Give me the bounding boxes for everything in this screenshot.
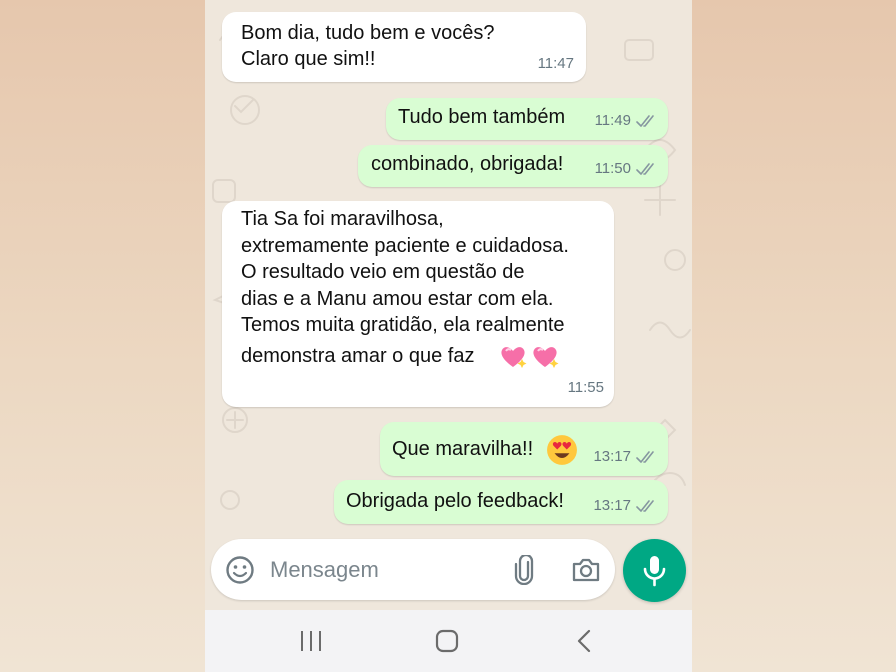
message-input[interactable]: Mensagem [270, 557, 379, 583]
heart-eyes-emoji [547, 435, 577, 465]
sparkling-heart-emoji [501, 347, 527, 368]
message-timestamp: 11:50 [594, 159, 631, 177]
recent-apps-icon[interactable] [299, 630, 323, 652]
message-text: Que maravilha!! [392, 438, 534, 460]
system-navigation-bar [205, 610, 692, 672]
message-composer[interactable]: Mensagem [211, 539, 615, 600]
message-timestamp: 13:17 [593, 447, 631, 465]
mic-icon [643, 556, 666, 587]
camera-icon[interactable] [571, 556, 601, 584]
read-receipt-icon [636, 450, 654, 463]
message-bubble-outgoing[interactable]: combinado, obrigada! 11:50 [358, 145, 668, 187]
message-bubble-incoming[interactable]: Bom dia, tudo bem e vocês? Claro que sim… [222, 12, 586, 82]
message-text: dias e a Manu amou estar com ela. [241, 288, 554, 310]
mic-button[interactable] [623, 539, 686, 602]
message-text: Obrigada pelo feedback! [346, 490, 564, 512]
message-text: O resultado veio em questão de [241, 261, 525, 283]
read-receipt-icon [636, 499, 654, 512]
message-timestamp: 11:49 [594, 111, 631, 129]
message-timestamp: 11:47 [537, 54, 574, 72]
message-timestamp: 13:17 [593, 496, 631, 514]
back-icon[interactable] [576, 629, 592, 653]
read-receipt-icon [636, 162, 654, 175]
home-icon[interactable] [435, 629, 459, 653]
message-bubble-incoming[interactable]: Tia Sa foi maravilhosa, extremamente pac… [222, 201, 614, 407]
attach-icon[interactable] [511, 555, 539, 585]
message-text: Temos muita gratidão, ela realmente [241, 314, 565, 336]
message-timestamp: 11:55 [567, 378, 604, 396]
message-text: Tudo bem também [398, 106, 566, 128]
message-bubble-outgoing[interactable]: Obrigada pelo feedback! 13:17 [334, 480, 668, 524]
message-text: extremamente paciente e cuidadosa. [241, 235, 569, 257]
message-text: demonstra amar o que faz [241, 345, 475, 367]
emoji-icon[interactable] [225, 555, 255, 585]
message-text: combinado, obrigada! [371, 153, 564, 175]
message-bubble-outgoing[interactable]: Tudo bem também 11:49 [386, 98, 668, 140]
message-bubble-outgoing[interactable]: Que maravilha!! 13:17 [380, 422, 668, 476]
message-text: Claro que sim!! [241, 48, 376, 70]
message-text: Bom dia, tudo bem e vocês? [241, 22, 495, 44]
read-receipt-icon [636, 114, 654, 127]
sparkling-heart-emoji [533, 347, 559, 368]
message-text: Tia Sa foi maravilhosa, [241, 208, 444, 230]
